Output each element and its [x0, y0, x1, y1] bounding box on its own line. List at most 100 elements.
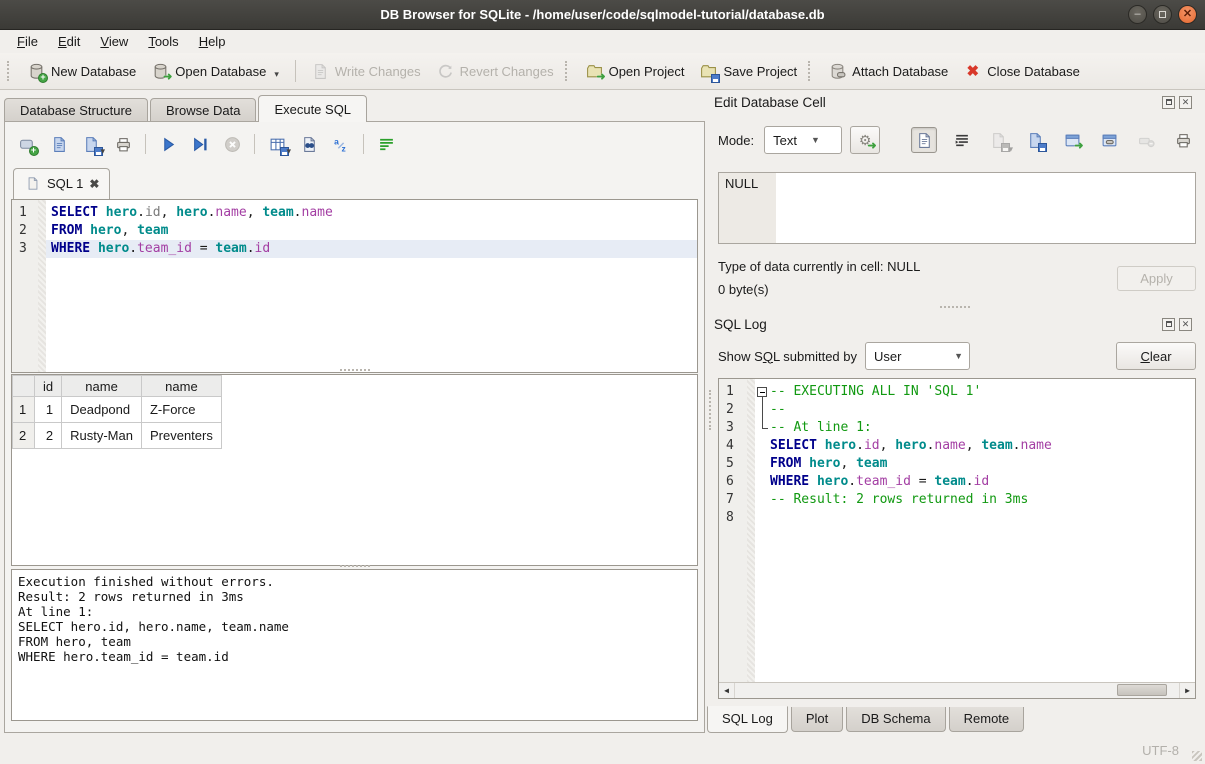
- table-cell[interactable]: 1: [35, 397, 62, 423]
- fold-marker: [755, 419, 770, 437]
- word-wrap-button[interactable]: [948, 127, 974, 153]
- new-database-button[interactable]: +New Database: [20, 58, 144, 85]
- table-cell[interactable]: Preventers: [141, 423, 221, 449]
- column-header[interactable]: id: [35, 376, 62, 397]
- window-title: DB Browser for SQLite - /home/user/code/…: [380, 7, 824, 22]
- code-line[interactable]: FROM hero, team: [46, 222, 697, 240]
- menu-file[interactable]: File: [8, 32, 47, 51]
- column-header[interactable]: name: [141, 376, 221, 397]
- menu-edit[interactable]: Edit: [49, 32, 89, 51]
- save-button[interactable]: ▾: [985, 127, 1011, 153]
- float-dock-icon[interactable]: [1162, 96, 1175, 109]
- bottom-tab-db-schema[interactable]: DB Schema: [846, 707, 945, 732]
- row-header[interactable]: 1: [13, 397, 35, 423]
- open-project-button[interactable]: ➜Open Project: [578, 58, 693, 85]
- chevron-down-icon: ▼: [811, 135, 820, 145]
- close-dock-icon[interactable]: ✕: [1179, 318, 1192, 331]
- resize-grip[interactable]: [1192, 751, 1202, 761]
- save-sql-file-button[interactable]: ▾: [77, 131, 105, 157]
- menu-tools[interactable]: Tools: [139, 32, 187, 51]
- fold-marker[interactable]: [755, 383, 770, 401]
- table-cell[interactable]: Deadpond: [62, 397, 142, 423]
- code-line[interactable]: WHERE hero.team_id = team.id: [46, 240, 697, 258]
- text-mode-button[interactable]: [911, 127, 937, 153]
- close-dock-icon[interactable]: ✕: [1179, 96, 1192, 109]
- execute-current-line-button[interactable]: [186, 131, 214, 157]
- auto-switch-mode-button[interactable]: ⚙➜: [850, 126, 880, 154]
- import-data-icon: [1027, 132, 1044, 149]
- tab-execute-sql[interactable]: Execute SQL: [258, 95, 367, 122]
- open-database-button[interactable]: ➜Open Database▾: [144, 58, 287, 85]
- save-project-button[interactable]: Save Project: [692, 58, 805, 85]
- cell-edit-icons: ▾➜: [911, 127, 1196, 153]
- new-tab-button[interactable]: +: [13, 131, 41, 157]
- log-line: -- Result: 2 rows returned in 3ms: [755, 491, 1195, 509]
- export-results-button[interactable]: ▾: [263, 131, 291, 157]
- mode-label: Mode:: [718, 133, 754, 148]
- fold-marker: [755, 455, 770, 473]
- stop-execution-button[interactable]: [218, 131, 246, 157]
- tab-database-structure[interactable]: Database Structure: [4, 98, 148, 122]
- find-replace-button[interactable]: [295, 131, 323, 157]
- splitter-handle[interactable]: [340, 369, 370, 373]
- set-null-button[interactable]: [1133, 127, 1159, 153]
- splitter-handle[interactable]: [940, 306, 970, 310]
- bottom-tab-remote[interactable]: Remote: [949, 707, 1025, 732]
- scroll-left-icon[interactable]: ◀: [719, 683, 735, 698]
- open-external-button[interactable]: [1096, 127, 1122, 153]
- execution-status-log: Execution finished without errors. Resul…: [11, 569, 698, 721]
- close-database-icon: ✖: [964, 63, 981, 80]
- minimize-button-icon[interactable]: –: [1128, 5, 1147, 24]
- cell-size-info: 0 byte(s): [718, 282, 769, 297]
- print-button[interactable]: [109, 131, 137, 157]
- fold-marker: [755, 401, 770, 419]
- word-wrap-button[interactable]: [372, 131, 400, 157]
- execute-all-button[interactable]: [154, 131, 182, 157]
- export-data-button[interactable]: ➜: [1059, 127, 1085, 153]
- horizontal-scrollbar[interactable]: ◀ ▶: [719, 682, 1195, 698]
- import-data-button[interactable]: [1022, 127, 1048, 153]
- row-header[interactable]: 2: [13, 423, 35, 449]
- write-changes-button[interactable]: Write Changes: [304, 58, 429, 85]
- code-line[interactable]: SELECT hero.id, hero.name, team.name: [46, 204, 697, 222]
- format-sql-button[interactable]: az: [327, 131, 355, 157]
- fold-marker: [755, 491, 770, 509]
- table-cell[interactable]: 2: [35, 423, 62, 449]
- menu-help[interactable]: Help: [190, 32, 235, 51]
- edit-cell-title: Edit Database Cell: [714, 95, 826, 110]
- column-header[interactable]: name: [62, 376, 142, 397]
- apply-button[interactable]: Apply: [1117, 266, 1196, 291]
- maximize-button-icon[interactable]: [1153, 5, 1172, 24]
- bottom-tab-sql-log[interactable]: SQL Log: [707, 706, 788, 733]
- mode-combobox[interactable]: Text ▼: [764, 126, 842, 154]
- scroll-right-icon[interactable]: ▶: [1179, 683, 1195, 698]
- line-number: 4: [719, 437, 747, 455]
- clear-button[interactable]: Clear: [1116, 342, 1196, 370]
- chevron-down-icon: ▼: [954, 351, 963, 361]
- close-button-icon[interactable]: ✕: [1178, 5, 1197, 24]
- attach-database-button[interactable]: Attach Database: [821, 58, 956, 85]
- editor-code-area[interactable]: SELECT hero.id, hero.name, team.nameFROM…: [46, 200, 697, 372]
- tab-browse-data[interactable]: Browse Data: [150, 98, 256, 122]
- cell-editor[interactable]: NULL: [718, 172, 1196, 244]
- scrollbar-thumb[interactable]: [1117, 684, 1167, 696]
- float-dock-icon[interactable]: [1162, 318, 1175, 331]
- close-database-button[interactable]: ✖Close Database: [956, 58, 1088, 85]
- vertical-splitter[interactable]: [707, 90, 713, 735]
- bottom-tab-plot[interactable]: Plot: [791, 707, 843, 732]
- open-sql-file-button[interactable]: [45, 131, 73, 157]
- close-tab-icon[interactable]: ✖: [89, 177, 99, 191]
- filter-combobox[interactable]: User ▼: [865, 342, 970, 370]
- sql-doc-tab[interactable]: SQL 1 ✖: [13, 168, 110, 199]
- table-cell[interactable]: Z-Force: [141, 397, 221, 423]
- menu-view[interactable]: View: [91, 32, 137, 51]
- status-bar: UTF-8: [0, 736, 1205, 764]
- table-cell[interactable]: Rusty-Man: [62, 423, 142, 449]
- print-button[interactable]: [1170, 127, 1196, 153]
- sql-code-editor[interactable]: 123 SELECT hero.id, hero.name, team.name…: [11, 199, 698, 373]
- revert-changes-button[interactable]: Revert Changes: [429, 58, 562, 85]
- sql-doc-tab-label: SQL 1: [47, 176, 83, 191]
- cell-editor-content[interactable]: [776, 173, 1195, 243]
- results-corner[interactable]: [13, 376, 35, 397]
- new-tab-icon: +: [19, 136, 36, 153]
